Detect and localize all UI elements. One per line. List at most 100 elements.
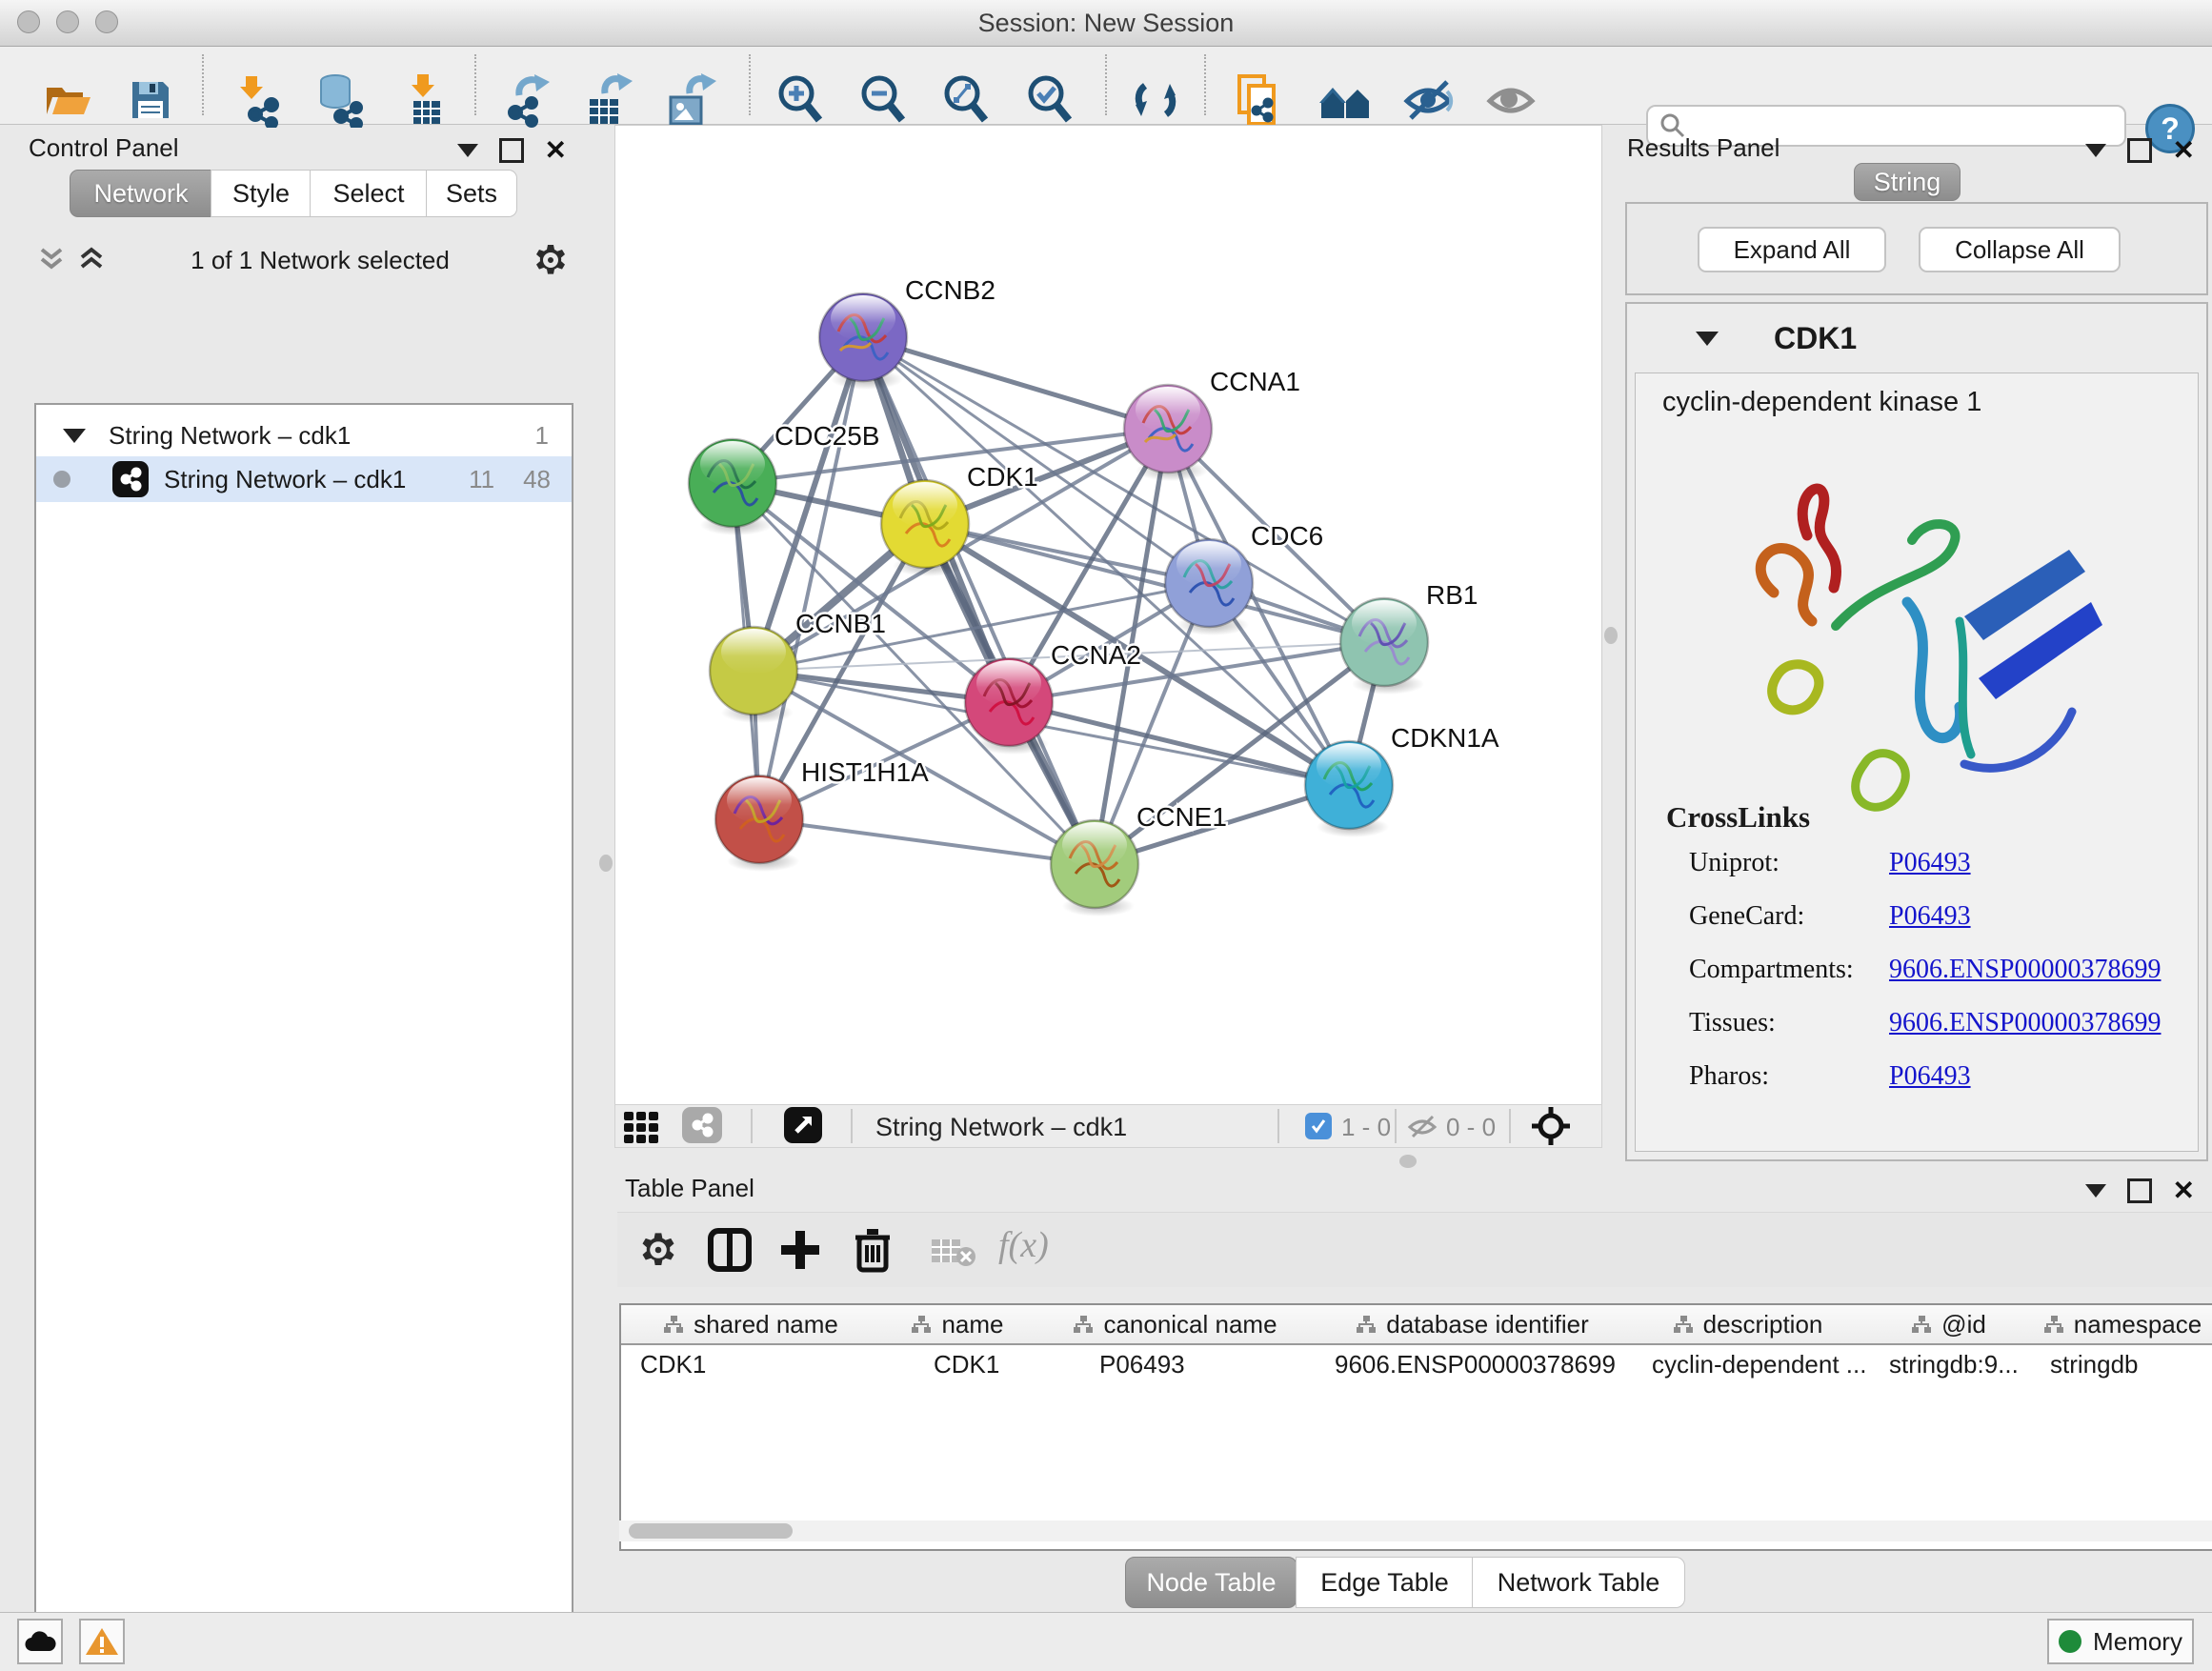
- zoom-selected-icon[interactable]: [1022, 72, 1077, 128]
- network-status-dot: [53, 471, 70, 488]
- zoom-fit-icon[interactable]: [938, 72, 994, 128]
- crosslink-pharos-link[interactable]: P06493: [1889, 1061, 2161, 1092]
- birds-eye-view-icon[interactable]: [784, 1107, 822, 1143]
- crosslink-compartments-link[interactable]: 9606.ENSP00000378699: [1889, 955, 2161, 985]
- collapse-all-icon[interactable]: [36, 246, 69, 274]
- close-panel-icon[interactable]: ✕: [2173, 137, 2195, 164]
- gear-icon[interactable]: [532, 241, 570, 279]
- maximize-panel-icon[interactable]: [2127, 1178, 2152, 1203]
- column-header-name[interactable]: name: [880, 1305, 1036, 1345]
- delete-column-icon[interactable]: [852, 1226, 894, 1274]
- show-all-eye-icon[interactable]: [1484, 72, 1539, 128]
- float-panel-icon[interactable]: [2085, 1184, 2106, 1198]
- network-row-selected[interactable]: String Network – cdk1 11 48: [36, 456, 572, 502]
- column-header-id[interactable]: @id: [1866, 1305, 2032, 1345]
- network-canvas[interactable]: CCNB2CCNA1CDC25BCDK1CDC6RB1CCNB1CCNA2CDK…: [614, 125, 1602, 1105]
- tab-network[interactable]: Network: [70, 170, 212, 217]
- table-horizontal-scrollbar[interactable]: [619, 1520, 2212, 1541]
- table-cell[interactable]: P06493: [1035, 1345, 1316, 1383]
- table-cell[interactable]: CDK1: [621, 1345, 880, 1383]
- crosslink-genecard-link[interactable]: P06493: [1889, 901, 2161, 932]
- network-tree: String Network – cdk1 1 String Network –…: [34, 403, 573, 1671]
- left-splitter-handle[interactable]: [599, 855, 613, 872]
- network-graph[interactable]: CCNB2CCNA1CDC25BCDK1CDC6RB1CCNB1CCNA2CDK…: [615, 126, 1601, 1104]
- memory-button[interactable]: Memory: [2047, 1619, 2194, 1664]
- hide-selected-eye-icon[interactable]: [1401, 72, 1457, 128]
- fit-selected-crosshair-icon[interactable]: [1530, 1105, 1572, 1147]
- tree-expand-icon[interactable]: [63, 429, 86, 443]
- crosslink-tissues-link[interactable]: 9606.ENSP00000378699: [1889, 1008, 2161, 1038]
- table-cell[interactable]: cyclin-dependent ...: [1629, 1345, 1866, 1383]
- first-neighbors-icon[interactable]: [1232, 72, 1287, 128]
- import-network-database-icon[interactable]: [312, 72, 368, 128]
- tab-node-table[interactable]: Node Table: [1125, 1557, 1297, 1608]
- table-cell[interactable]: stringdb:9...: [1866, 1345, 2031, 1383]
- table-cell[interactable]: 9606.ENSP00000378699: [1316, 1345, 1629, 1383]
- tab-network-table[interactable]: Network Table: [1472, 1557, 1685, 1608]
- network-node-RB1[interactable]: RB1: [1340, 580, 1478, 695]
- tab-string[interactable]: String: [1854, 163, 1961, 201]
- hidden-eye-icon[interactable]: [1406, 1113, 1438, 1141]
- network-edge[interactable]: [863, 337, 1168, 429]
- network-node-CCNA1[interactable]: CCNA1: [1124, 367, 1300, 481]
- refresh-layout-icon[interactable]: [1128, 72, 1183, 128]
- export-network-icon[interactable]: [498, 72, 553, 128]
- zoom-in-icon[interactable]: [773, 72, 828, 128]
- delete-table-icon: [930, 1234, 979, 1272]
- float-panel-icon[interactable]: [2085, 144, 2106, 157]
- node-label-HIST1H1A: HIST1H1A: [801, 757, 929, 787]
- grid-view-icon[interactable]: [622, 1110, 666, 1144]
- function-builder-icon: f(x): [998, 1224, 1049, 1266]
- export-table-icon[interactable]: [580, 72, 635, 128]
- network-edge[interactable]: [759, 337, 863, 819]
- column-header-namespace[interactable]: namespace: [2031, 1305, 2212, 1345]
- table-cell[interactable]: CDK1: [880, 1345, 1035, 1383]
- maximize-panel-icon[interactable]: [2127, 138, 2152, 163]
- tab-select[interactable]: Select: [310, 170, 428, 217]
- collapse-gene-icon[interactable]: [1696, 332, 1719, 346]
- right-splitter-handle[interactable]: [1604, 627, 1618, 644]
- network-node-CDKN1A[interactable]: CDKN1A: [1305, 723, 1499, 837]
- crosslink-uniprot-link[interactable]: P06493: [1889, 848, 2161, 878]
- network-node-HIST1H1A[interactable]: HIST1H1A: [715, 757, 929, 872]
- column-header-database-identifier[interactable]: database identifier: [1316, 1305, 1630, 1345]
- warning-icon: [85, 1626, 119, 1657]
- scrollbar-thumb[interactable]: [629, 1523, 793, 1539]
- tab-edge-table[interactable]: Edge Table: [1296, 1557, 1474, 1608]
- cloud-button[interactable]: [17, 1619, 63, 1664]
- expand-all-button[interactable]: Expand All: [1698, 227, 1886, 272]
- column-header-description[interactable]: description: [1629, 1305, 1867, 1345]
- export-image-icon[interactable]: [663, 72, 718, 128]
- table-cell[interactable]: stringdb: [2031, 1345, 2212, 1383]
- tab-style[interactable]: Style: [211, 170, 312, 217]
- selected-nodes-checkbox-icon[interactable]: [1305, 1113, 1332, 1139]
- view-toolbar-separator: [1395, 1109, 1397, 1143]
- network-node-CCNB2[interactable]: CCNB2: [819, 275, 995, 390]
- show-columns-icon[interactable]: [707, 1227, 753, 1273]
- column-label: name: [941, 1310, 1003, 1339]
- close-panel-icon[interactable]: ✕: [2173, 1178, 2195, 1204]
- warning-button[interactable]: [79, 1619, 125, 1664]
- string-view-icon[interactable]: [682, 1107, 722, 1143]
- create-column-icon[interactable]: [777, 1227, 823, 1273]
- zoom-out-icon[interactable]: [855, 72, 911, 128]
- table-gear-icon[interactable]: [637, 1229, 679, 1271]
- open-session-icon[interactable]: [39, 72, 94, 128]
- import-network-file-icon[interactable]: [231, 72, 286, 128]
- network-node-CDC6[interactable]: CDC6: [1165, 521, 1323, 635]
- network-edge[interactable]: [759, 819, 1095, 864]
- gene-section-header[interactable]: CDK1: [1627, 304, 2206, 372]
- column-header-canonical-name[interactable]: canonical name: [1035, 1305, 1317, 1345]
- expand-all-icon[interactable]: [76, 246, 109, 274]
- maximize-panel-icon[interactable]: [499, 138, 524, 163]
- import-table-file-icon[interactable]: [398, 72, 453, 128]
- network-node-CCNE1[interactable]: CCNE1: [1051, 802, 1227, 916]
- float-panel-icon[interactable]: [457, 144, 478, 157]
- home-icon[interactable]: [1317, 72, 1373, 128]
- save-session-icon[interactable]: [123, 72, 178, 128]
- collapse-all-button[interactable]: Collapse All: [1919, 227, 2121, 272]
- tab-sets[interactable]: Sets: [426, 170, 517, 217]
- network-collection-row[interactable]: String Network – cdk1 1: [36, 414, 572, 456]
- close-panel-icon[interactable]: ✕: [545, 137, 567, 164]
- column-header-shared-name[interactable]: shared name: [621, 1305, 881, 1345]
